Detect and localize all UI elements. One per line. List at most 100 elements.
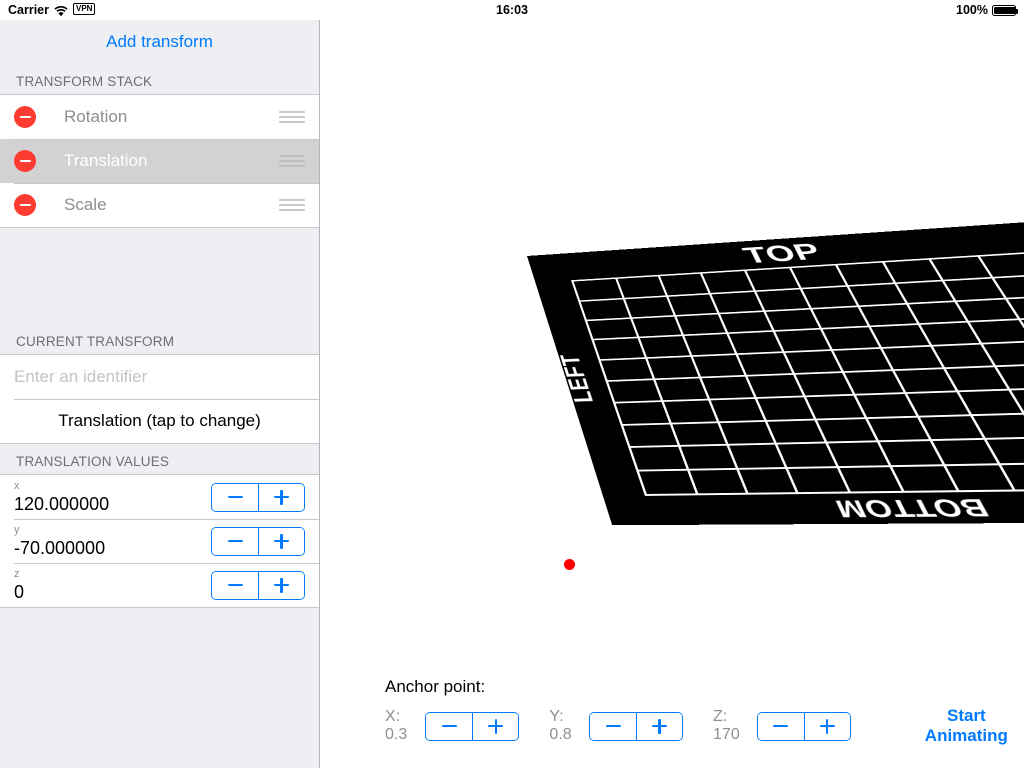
anchor-z-label: Z: 170 <box>713 708 740 743</box>
anchor-y-decrement-button[interactable] <box>590 712 637 740</box>
transform-row-label: Scale <box>64 195 107 214</box>
transform-row-label: Rotation <box>64 107 128 126</box>
z-increment-button[interactable] <box>258 571 304 599</box>
grid-line-horizontal <box>638 460 1024 472</box>
sidebar: Add transform TRANSFORM STACK Rotation T… <box>0 20 320 768</box>
x-stepper[interactable] <box>211 482 305 512</box>
plus-icon <box>819 718 835 734</box>
start-animating-button[interactable]: Start Animating <box>909 706 1024 746</box>
identifier-row[interactable] <box>0 355 319 399</box>
z-stepper[interactable] <box>211 570 305 600</box>
transform-stack-row-rotation[interactable]: Rotation <box>0 95 319 139</box>
plus-icon <box>274 489 289 505</box>
axis-key-label: z <box>14 568 20 580</box>
grid-line-vertical <box>615 278 699 494</box>
transform-stack-row-scale[interactable]: Scale <box>0 183 319 227</box>
minus-icon <box>227 583 243 587</box>
status-bar: Carrier VPN 16:03 100% <box>0 0 1024 20</box>
transform-stage: TOP BOTTOM LEFT RIGHT <box>321 20 1024 640</box>
anchor-z-decrement-button[interactable] <box>757 712 804 740</box>
minus-circle-icon[interactable] <box>14 150 36 172</box>
grid-line-vertical <box>657 276 748 493</box>
plus-icon <box>274 533 289 549</box>
reorder-grip-icon[interactable] <box>279 155 305 167</box>
minus-icon <box>441 724 457 728</box>
axis-value-label: 120.000000 <box>14 494 110 514</box>
anchor-y-increment-button[interactable] <box>636 712 683 740</box>
translation-value-row-y: y -70.000000 <box>0 519 319 563</box>
anchor-z-group: Z: 170 <box>713 708 851 744</box>
anchor-x-label: X: 0.3 <box>385 708 408 743</box>
grid-line-horizontal <box>593 316 1024 341</box>
identifier-input[interactable] <box>14 367 305 387</box>
canvas-area: TOP BOTTOM LEFT RIGHT Anchor point: X: 0… <box>321 20 1024 768</box>
axis-value-label: -70.000000 <box>14 538 106 558</box>
x-increment-button[interactable] <box>258 483 304 511</box>
plane-label-left: LEFT <box>554 353 600 404</box>
minus-icon <box>227 495 243 499</box>
battery-full-icon <box>992 4 1018 16</box>
transform-stack-header: TRANSFORM STACK <box>16 74 153 89</box>
anchor-point-title: Anchor point: <box>385 677 486 696</box>
z-decrement-button[interactable] <box>212 571 258 599</box>
y-increment-button[interactable] <box>258 527 304 555</box>
x-decrement-button[interactable] <box>212 483 258 511</box>
axis-key-label: x <box>14 480 20 492</box>
axis-value-label: 0 <box>14 582 25 602</box>
translation-value-row-x: x 120.000000 <box>0 475 319 519</box>
status-bar-right: 100% <box>956 3 1018 17</box>
grid-line-vertical <box>881 262 1015 490</box>
grid-line-vertical <box>789 268 905 491</box>
transform-stack-table: Rotation Translation Scale <box>0 94 319 228</box>
anchor-y-label: Y: 0.8 <box>549 708 572 743</box>
minus-icon <box>605 724 621 728</box>
plane-label-bottom: BOTTOM <box>830 493 994 522</box>
grid-line-vertical <box>744 270 851 492</box>
y-decrement-button[interactable] <box>212 527 258 555</box>
plus-icon <box>274 577 289 593</box>
battery-percent-label: 100% <box>956 3 988 17</box>
anchor-y-stepper[interactable] <box>589 711 684 741</box>
current-transform-header: CURRENT TRANSFORM <box>16 334 175 349</box>
anchor-x-increment-button[interactable] <box>472 712 519 740</box>
plane-label-top: TOP <box>738 238 827 269</box>
anchor-z-increment-button[interactable] <box>803 712 850 740</box>
reorder-grip-icon[interactable] <box>279 199 305 211</box>
anchor-y-group: Y: 0.8 <box>549 708 684 744</box>
plane-grid <box>570 252 1024 496</box>
minus-icon <box>773 724 789 728</box>
reorder-grip-icon[interactable] <box>279 111 305 123</box>
plus-icon <box>488 718 504 734</box>
bottom-controls: Anchor point: X: 0.3 Y: 0.8 Z: 170 Start… <box>321 677 1024 746</box>
translation-values-table: x 120.000000 y -70.000000 z 0 <box>0 474 319 608</box>
anchor-controls-row: X: 0.3 Y: 0.8 Z: 170 Start Animating <box>385 706 1024 746</box>
grid-line-horizontal <box>622 409 1024 426</box>
grid-line-horizontal <box>607 361 1024 382</box>
minus-circle-icon[interactable] <box>14 194 36 216</box>
grid-line-horizontal <box>580 273 1024 302</box>
status-bar-clock: 16:03 <box>496 3 528 17</box>
translation-values-header: TRANSLATION VALUES <box>16 454 170 469</box>
translation-value-row-z: z 0 <box>0 563 319 607</box>
minus-circle-icon[interactable] <box>14 106 36 128</box>
current-transform-table: Translation (tap to change) <box>0 354 319 444</box>
transformed-plane[interactable]: TOP BOTTOM LEFT RIGHT <box>527 220 1024 526</box>
anchor-z-stepper[interactable] <box>756 711 851 741</box>
anchor-x-group: X: 0.3 <box>385 708 520 744</box>
transform-type-row[interactable]: Translation (tap to change) <box>0 399 319 443</box>
anchor-x-decrement-button[interactable] <box>426 712 473 740</box>
axis-key-label: y <box>14 524 20 536</box>
grid-line-vertical <box>834 265 959 491</box>
anchor-x-stepper[interactable] <box>425 711 520 741</box>
grid-line-vertical <box>929 259 1024 489</box>
grid-line-horizontal <box>600 338 1024 361</box>
transform-stack-row-translation[interactable]: Translation <box>0 139 319 183</box>
anchor-point-marker <box>564 559 575 570</box>
y-stepper[interactable] <box>211 526 305 556</box>
add-transform-button[interactable]: Add transform <box>0 20 319 64</box>
grid-line-vertical <box>700 273 799 493</box>
plus-icon <box>652 718 668 734</box>
minus-icon <box>227 539 243 543</box>
transform-row-label: Translation <box>64 151 148 170</box>
